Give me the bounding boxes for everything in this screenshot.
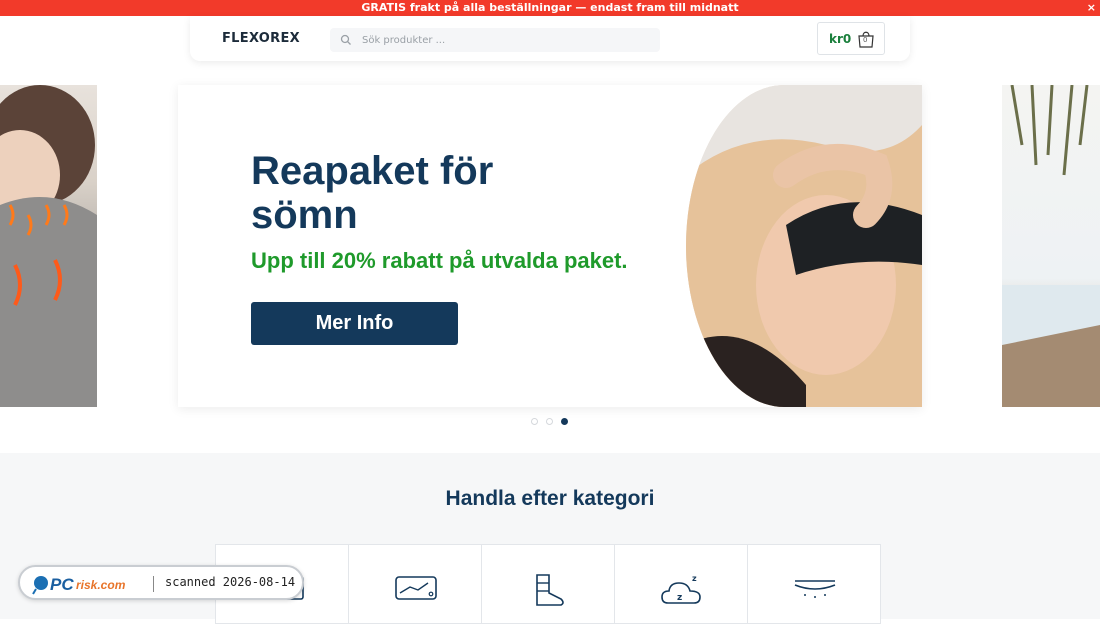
beach-image xyxy=(1002,85,1100,407)
site-header: FLEXOREX kr0 0 xyxy=(190,16,910,61)
mattress-topper-icon xyxy=(794,580,836,598)
carousel-dots xyxy=(531,418,571,426)
sleep-cloud-icon: z z xyxy=(661,574,701,604)
close-icon[interactable]: × xyxy=(1087,0,1096,16)
massager-icon xyxy=(395,576,437,600)
category-compression-socks[interactable] xyxy=(481,544,615,624)
category-sleep[interactable]: z z xyxy=(614,544,748,624)
watermark-scan-text: scanned 2026-08-14 xyxy=(165,575,296,589)
cart-total: kr0 xyxy=(829,32,852,46)
category-grid: z z xyxy=(215,544,885,624)
svg-text:PC: PC xyxy=(50,575,74,594)
pcrisk-watermark: PC risk.com scanned 2026-08-14 xyxy=(18,565,304,600)
carousel-dot-1[interactable] xyxy=(531,418,538,425)
svg-text:risk.com: risk.com xyxy=(76,578,126,592)
heating-wrap-image xyxy=(0,85,97,407)
svg-text:z: z xyxy=(677,593,682,603)
cart-count: 0 xyxy=(863,36,868,44)
search-input[interactable] xyxy=(362,28,652,52)
promo-bar: GRATIS frakt på alla beställningar — end… xyxy=(0,0,1100,16)
hero-subtitle: Upp till 20% rabatt på utvalda paket. xyxy=(251,248,628,273)
more-info-button[interactable]: Mer Info xyxy=(251,302,458,345)
carousel-dot-3[interactable] xyxy=(561,418,568,425)
pcrisk-logo: PC risk.com xyxy=(32,575,126,595)
hero-slide: Reapaket för sömn Upp till 20% rabatt på… xyxy=(178,85,922,407)
hero-title: Reapaket för sömn xyxy=(251,149,494,237)
previous-slide-preview[interactable] xyxy=(0,85,97,407)
next-slide-preview[interactable] xyxy=(1002,85,1100,407)
search-icon[interactable] xyxy=(340,34,352,46)
logo[interactable]: FLEXOREX xyxy=(222,31,300,46)
sleep-mask-model-image xyxy=(686,85,922,407)
category-mattress-toppers[interactable] xyxy=(747,544,881,624)
promo-text: GRATIS frakt på alla beställningar — end… xyxy=(361,1,739,14)
search-box[interactable] xyxy=(330,28,660,52)
compression-sock-icon xyxy=(536,574,564,606)
cart-button[interactable]: kr0 0 xyxy=(817,22,885,55)
svg-text:z: z xyxy=(692,574,697,583)
category-title: Handla efter kategori xyxy=(445,487,655,510)
category-massagers[interactable] xyxy=(348,544,482,624)
watermark-separator xyxy=(153,576,154,592)
carousel-dot-2[interactable] xyxy=(546,418,553,425)
